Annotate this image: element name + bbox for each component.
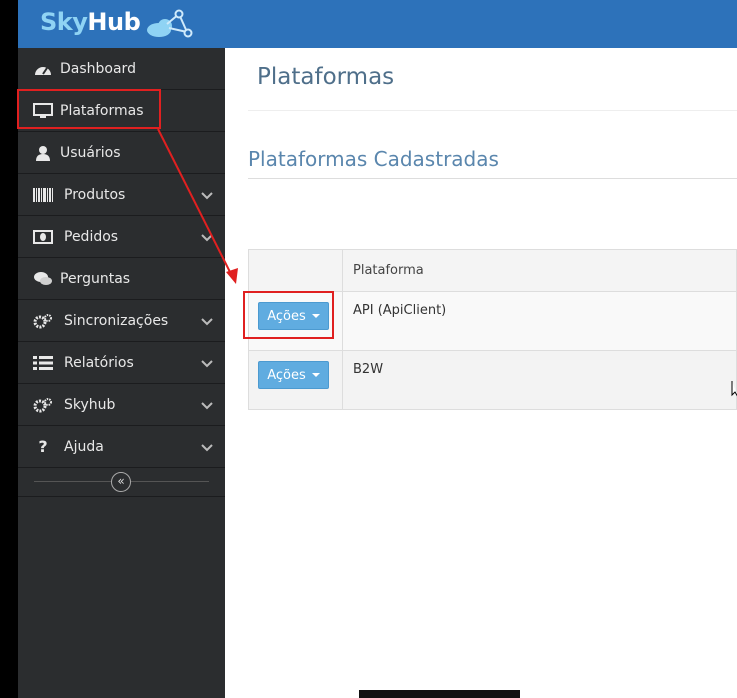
- mouse-cursor-icon: [731, 381, 737, 397]
- video-overlay-bar: [359, 690, 520, 698]
- annotation-arrow: [157, 128, 238, 284]
